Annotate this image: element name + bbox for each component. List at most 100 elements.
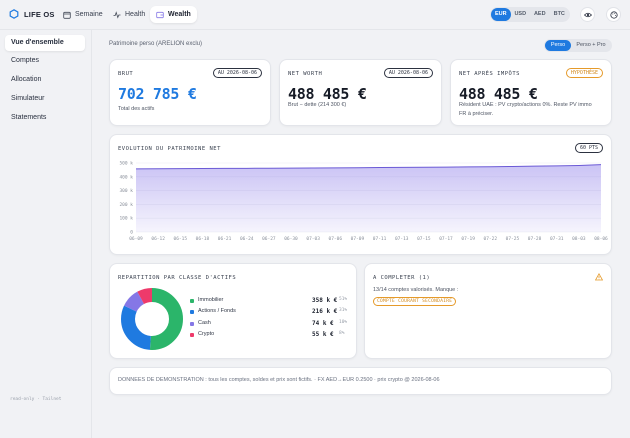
card-net-worth: NET WORTH AU 2026-08-06 488 485 € Brut −… — [279, 59, 442, 126]
y-tick-label: 200 k — [119, 202, 133, 208]
currency-usd[interactable]: USD — [511, 8, 531, 21]
tab-semaine[interactable]: Semaine — [57, 6, 109, 23]
x-tick-label: 06-09 — [129, 236, 143, 242]
y-tick-label: 500 k — [119, 161, 133, 167]
wallet-icon — [156, 11, 164, 18]
legend-swatch — [190, 321, 194, 326]
card-label: A COMPLETER (1) — [373, 275, 431, 281]
tab-wealth[interactable]: Wealth — [150, 6, 197, 23]
warning-icon — [595, 273, 603, 281]
legend-amount: 74 k € — [312, 319, 334, 327]
x-tick-label: 06-18 — [196, 236, 210, 242]
x-tick-label: 07-17 — [439, 236, 453, 242]
y-tick-label: 300 k — [119, 188, 133, 194]
series-area — [136, 164, 601, 232]
x-tick-label: 07-03 — [306, 236, 320, 242]
x-tick-label: 08-03 — [572, 236, 586, 242]
legend-row: Actions / Fonds 216 k € 31% — [190, 308, 350, 317]
legend-amount: 216 k € — [312, 308, 338, 315]
sidebar-item-overview[interactable]: Vue d'ensemble — [5, 35, 85, 51]
legend-percent: 31% — [339, 308, 348, 313]
sidebar-item-comptes[interactable]: Comptes — [5, 53, 85, 69]
legend-swatch — [190, 310, 194, 314]
card-a-completer: A COMPLETER (1) 13/14 comptes valorisés.… — [364, 263, 612, 359]
hexagon-logo-icon — [9, 9, 19, 19]
tab-health[interactable]: Health — [107, 6, 151, 23]
currency-eur[interactable]: EUR — [491, 8, 511, 21]
sidebar: Vue d'ensemble Comptes Allocation Simula… — [0, 30, 92, 438]
scope-perso-pro-button[interactable]: Perso + Pro — [571, 40, 611, 51]
card-allocation: REPARTITION PAR CLASSE D'ACTIFS Immobili… — [109, 263, 357, 359]
legend-percent: 8% — [339, 330, 345, 336]
x-tick-label: 07-19 — [461, 236, 475, 242]
app-title: LIFE OS — [24, 9, 55, 19]
legend-row: Immobilier 358 k € 51% — [190, 297, 350, 306]
x-tick-label: 07-31 — [550, 236, 564, 242]
brut-value: 702 785 € — [118, 85, 197, 103]
tab-label: Wealth — [168, 11, 191, 18]
x-tick-label: 07-28 — [528, 236, 542, 242]
legend-percent: 51% — [339, 297, 348, 302]
x-tick-label: 07-22 — [484, 236, 498, 242]
sidebar-item-allocation[interactable]: Allocation — [5, 72, 85, 88]
card-sub-line1: Résident UAE : PV crypto/actions 0%. Res… — [459, 102, 592, 108]
y-tick-label: 100 k — [119, 216, 133, 222]
legend-label: Cash — [198, 319, 211, 326]
legend-label: Actions / Fonds — [198, 308, 236, 314]
legend-swatch — [190, 332, 194, 337]
x-tick-label: 07-06 — [329, 236, 343, 242]
todo-sub: 13/14 comptes valorisés. Manque : — [373, 287, 459, 293]
card-sub: Brut − dette (214 300 €) — [288, 102, 347, 108]
x-tick-label: 07-09 — [351, 236, 365, 242]
legend-label: Crypto — [198, 330, 215, 337]
demo-notice: DONNEES DE DEMONSTRATION : tous les comp… — [118, 377, 440, 383]
activity-icon — [113, 10, 121, 19]
tab-label: Semaine — [75, 11, 103, 18]
x-tick-label: 07-13 — [395, 236, 409, 242]
x-tick-label: 07-11 — [373, 236, 387, 242]
date-badge: AU 2026-08-06 — [383, 68, 433, 78]
x-tick-label: 06-12 — [151, 236, 165, 242]
card-brut: BRUT AU 2026-08-06 702 785 € Total des a… — [109, 59, 271, 126]
page-subtitle: Patrimoine perso (ARELION exclu) — [109, 41, 203, 47]
allocation-donut-chart — [121, 288, 183, 350]
missing-account-badge[interactable]: COMPTE COURANT SECONDAIRE — [373, 297, 457, 306]
sidebar-item-simulateur[interactable]: Simulateur — [5, 91, 85, 107]
x-tick-label: 06-15 — [174, 236, 188, 242]
sidebar-footer: read-only · Tailnet — [10, 397, 62, 402]
hypothese-badge: HYPOTHÈSE — [565, 68, 603, 78]
calendar-icon — [63, 11, 71, 19]
legend-swatch — [190, 299, 194, 303]
x-tick-label: 06-21 — [218, 236, 232, 242]
x-tick-label: 07-25 — [506, 236, 520, 242]
legend-label: Immobilier — [198, 297, 224, 303]
card-label: NET APRÈS IMPÔTS — [459, 71, 520, 77]
card-evolution: EVOLUTION DU PATRIMOINE NET 60 PTS 500 k… — [109, 134, 612, 255]
currency-aed[interactable]: AED — [530, 8, 550, 21]
palette-icon — [609, 10, 618, 19]
scope-toggle: Perso Perso + Pro — [544, 39, 612, 52]
app-logo[interactable]: LIFE OS — [9, 9, 55, 19]
theme-button[interactable] — [606, 7, 621, 22]
tab-label: Health — [125, 11, 146, 18]
eye-icon — [583, 12, 592, 17]
privacy-toggle-button[interactable] — [580, 7, 595, 22]
currency-switcher: EUR USD AED BTC — [490, 7, 570, 22]
x-tick-label: 07-15 — [417, 236, 431, 242]
legend-percent: 10% — [339, 319, 348, 325]
card-label: NET WORTH — [288, 71, 323, 77]
date-badge: AU 2026-08-06 — [212, 68, 262, 78]
scope-perso-button[interactable]: Perso — [545, 40, 571, 51]
legend-amount: 55 k € — [312, 330, 334, 338]
x-tick-label: 06-30 — [284, 236, 298, 242]
evolution-chart: 500 k 400 k 300 k 200 k 100 k 006-09 06-12 06-1… — [119, 161, 608, 243]
x-tick-label: 06-27 — [262, 236, 276, 242]
legend-amount: 358 k € — [312, 297, 338, 304]
sidebar-item-statements[interactable]: Statements — [5, 110, 85, 126]
y-tick-label: 400 k — [119, 174, 133, 180]
currency-btc[interactable]: BTC — [550, 8, 570, 21]
card-sub: Total des actifs — [118, 106, 155, 112]
card-net-apres-impots: NET APRÈS IMPÔTS HYPOTHÈSE 488 485 € Rés… — [450, 59, 612, 126]
card-label: BRUT — [118, 71, 134, 77]
top-bar: LIFE OS Semaine Health Wealth EUR USD AE… — [0, 0, 630, 30]
